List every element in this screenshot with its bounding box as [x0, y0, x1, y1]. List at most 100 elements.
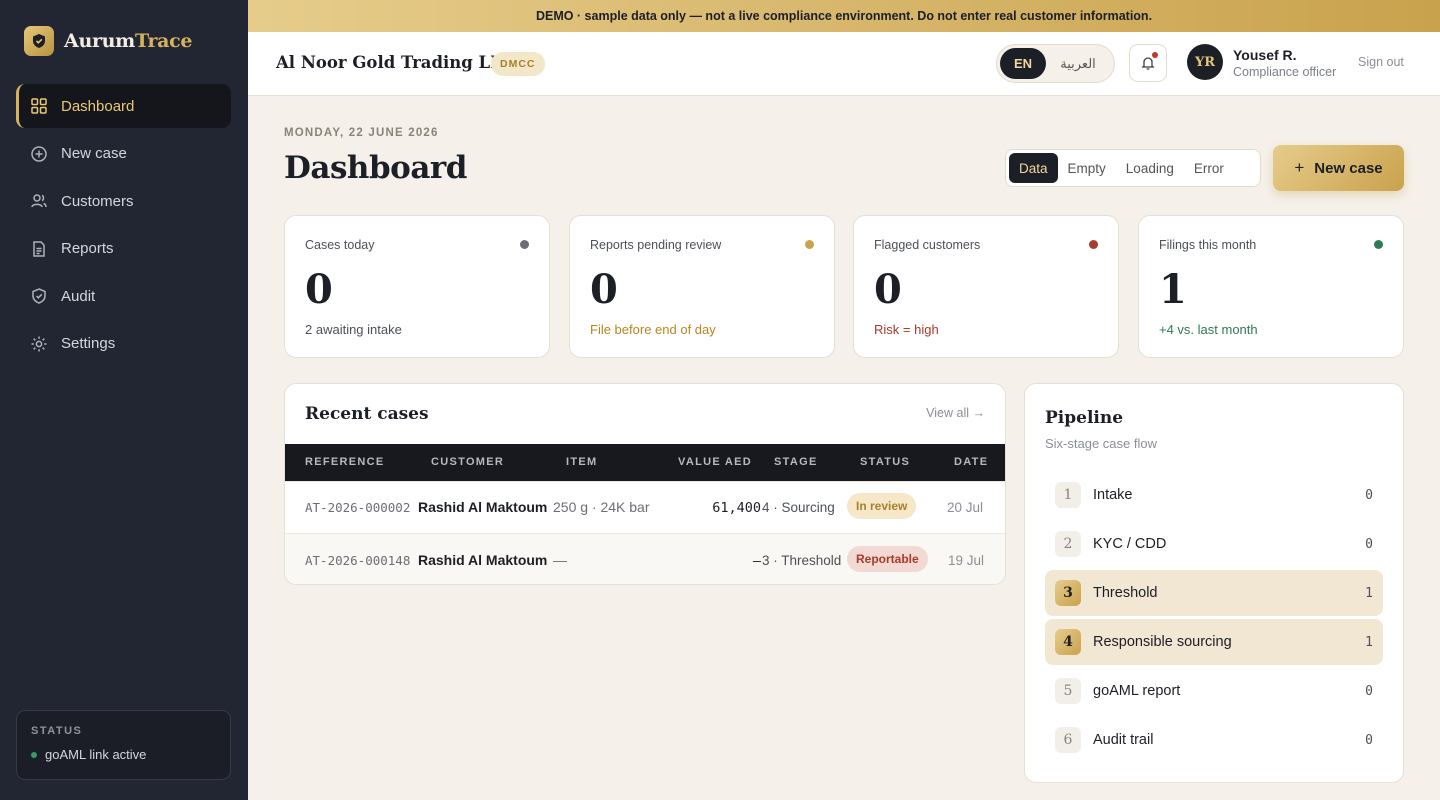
brand-name: AurumTrace [64, 30, 193, 52]
sidebar-item-reports[interactable]: Reports [16, 227, 231, 271]
view-mode-data[interactable]: Data [1009, 153, 1058, 183]
pipeline-stage-audit[interactable]: 6 Audit trail 0 [1045, 717, 1383, 763]
table-row[interactable]: AT-2026-000148 Rashid Al Maktoum — — 3 ·… [285, 533, 1005, 584]
status-title: STATUS [31, 725, 83, 737]
stage-count: 0 [1365, 536, 1373, 552]
cell-customer: Rashid Al Maktoum [418, 552, 548, 568]
kpi-value: 1 [1159, 266, 1187, 313]
users-icon [31, 194, 47, 208]
kpi-label: Flagged customers [874, 238, 981, 252]
stage-number: 3 [1055, 580, 1081, 606]
stage-name: Audit trail [1093, 732, 1154, 748]
kpi-sub: Risk = high [874, 322, 939, 337]
sidebar-item-label: New case [61, 145, 127, 162]
sidebar-item-dashboard[interactable]: Dashboard [16, 84, 231, 128]
kpi-card-reports-pending[interactable]: Reports pending review 0 File before end… [569, 215, 835, 358]
top-header: Al Noor Gold Trading LLC DMCC EN العربية… [248, 32, 1440, 96]
cell-value: 61,400 [712, 500, 761, 516]
sidebar-item-customers[interactable]: Customers [16, 179, 231, 223]
document-icon [33, 240, 45, 257]
pipeline-stage-intake[interactable]: 1 Intake 0 [1045, 472, 1383, 518]
pipeline-stage-goaml[interactable]: 5 goAML report 0 [1045, 668, 1383, 714]
shield-logo-icon [24, 26, 54, 56]
page-title: Dashboard [284, 150, 467, 186]
stage-number: 6 [1055, 727, 1081, 753]
view-mode-loading[interactable]: Loading [1116, 153, 1184, 183]
col-customer[interactable]: CUSTOMER [431, 456, 504, 468]
kpi-dot-icon [805, 240, 814, 249]
kpi-value: 0 [874, 266, 902, 313]
view-mode-error[interactable]: Error [1184, 153, 1234, 183]
stage-count: 1 [1365, 585, 1373, 601]
brand-logo[interactable]: AurumTrace [24, 26, 193, 56]
kpi-value: 0 [590, 266, 618, 313]
col-status[interactable]: STATUS [860, 456, 910, 468]
status-dot-icon [31, 751, 37, 758]
col-reference[interactable]: REFERENCE [305, 456, 385, 468]
cell-stage: 3 · Threshold [762, 553, 842, 568]
status-badge: Reportable [847, 546, 928, 572]
table-header: REFERENCE CUSTOMER ITEM VALUE AED STAGE … [285, 444, 1005, 481]
pipeline-panel: Pipeline Six-stage case flow 1 Intake 0 … [1024, 383, 1404, 783]
view-mode-empty[interactable]: Empty [1058, 153, 1116, 183]
kpi-dot-icon [520, 240, 529, 249]
org-name: Al Noor Gold Trading LLC [276, 53, 515, 72]
stage-name: Intake [1093, 487, 1133, 503]
view-all-link[interactable]: View all → [926, 406, 985, 420]
grid-icon [31, 98, 47, 114]
col-stage[interactable]: STAGE [774, 456, 818, 468]
col-item[interactable]: ITEM [566, 456, 597, 468]
user-role: Compliance officer [1233, 65, 1337, 79]
cell-item: 250 g · 24K bar [553, 499, 650, 515]
sidebar-item-new-case[interactable]: New case [16, 132, 231, 176]
demo-banner: DEMO · sample data only — not a live com… [248, 0, 1440, 32]
kpi-sub: 2 awaiting intake [305, 322, 402, 337]
kpi-dot-icon [1374, 240, 1383, 249]
notifications-button[interactable] [1129, 44, 1167, 82]
cell-stage: 4 · Sourcing [762, 500, 835, 515]
col-date[interactable]: DATE [954, 456, 988, 468]
stage-name: Responsible sourcing [1093, 634, 1232, 650]
sidebar-item-label: Reports [61, 240, 114, 257]
sidebar-item-label: Audit [61, 287, 96, 305]
org-badge: DMCC [491, 52, 545, 76]
cell-reference: AT-2026-000148 [305, 553, 411, 568]
cell-item: — [553, 552, 567, 568]
lang-ar-button[interactable]: العربية [1046, 48, 1110, 79]
status-text: goAML link active [45, 747, 147, 762]
sign-out-link[interactable]: Sign out [1358, 55, 1404, 69]
stage-name: KYC / CDD [1093, 536, 1167, 552]
pipeline-stage-sourcing[interactable]: 4 Responsible sourcing 1 [1045, 619, 1383, 665]
kpi-card-filings-month[interactable]: Filings this month 1 +4 vs. last month [1138, 215, 1404, 358]
table-row[interactable]: AT-2026-000002 Rashid Al Maktoum 250 g ·… [285, 481, 1005, 533]
lang-en-button[interactable]: EN [1000, 48, 1046, 79]
cell-date: 20 Jul [947, 500, 984, 515]
cell-customer: Rashid Al Maktoum [418, 499, 548, 515]
kpi-label: Cases today [305, 238, 375, 252]
cell-value: — [752, 553, 761, 569]
pipeline-stage-threshold[interactable]: 3 Threshold 1 [1045, 570, 1383, 616]
sidebar-item-audit[interactable]: Audit [16, 274, 231, 318]
avatar[interactable]: YR [1187, 44, 1223, 80]
stage-number: 2 [1055, 531, 1081, 557]
sidebar-nav: Dashboard New case Customers Reports Aud… [16, 84, 231, 369]
stage-name: goAML report [1093, 683, 1181, 699]
cell-date: 19 Jul [948, 553, 985, 568]
sidebar-item-label: Settings [61, 335, 116, 352]
notification-dot [1152, 52, 1158, 58]
recent-cases-title: Recent cases [305, 404, 429, 424]
sidebar-item-label: Dashboard [61, 97, 135, 115]
col-value[interactable]: VALUE AED [678, 456, 752, 468]
kpi-sub: File before end of day [590, 322, 716, 337]
stage-count: 1 [1365, 634, 1373, 650]
kpi-card-cases-today[interactable]: Cases today 0 2 awaiting intake [284, 215, 550, 358]
stage-count: 0 [1365, 732, 1373, 748]
new-case-button[interactable]: + New case [1273, 145, 1404, 191]
recent-cases-panel: Recent cases View all → REFERENCE CUSTOM… [284, 383, 1006, 585]
kpi-card-flagged-customers[interactable]: Flagged customers 0 Risk = high [853, 215, 1119, 358]
pipeline-stage-kyc[interactable]: 2 KYC / CDD 0 [1045, 521, 1383, 567]
user-name: Yousef R. [1233, 47, 1297, 63]
stage-count: 0 [1365, 683, 1373, 699]
sidebar-item-settings[interactable]: Settings [16, 322, 231, 366]
status-line: goAML link active [31, 747, 216, 762]
